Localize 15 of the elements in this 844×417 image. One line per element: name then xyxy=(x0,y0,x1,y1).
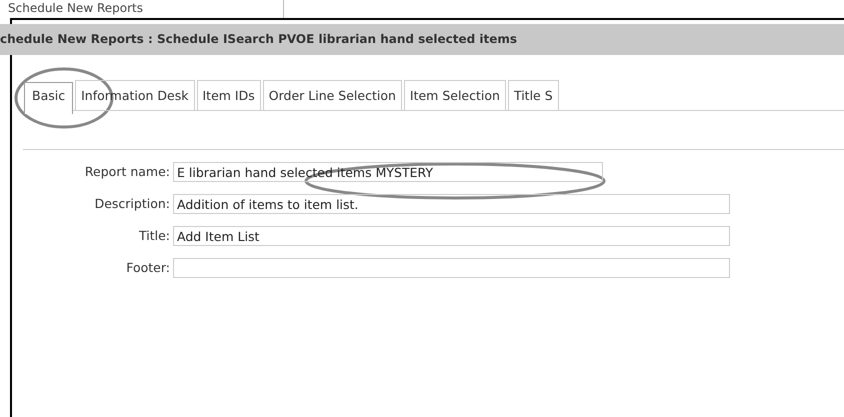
field-label: Footer: xyxy=(125,258,171,277)
field-label: Title: xyxy=(138,226,171,245)
tab[interactable]: Item Selection xyxy=(404,80,506,110)
input-field[interactable] xyxy=(173,258,730,278)
tab[interactable]: Title S xyxy=(508,80,559,110)
tab[interactable]: Basic xyxy=(24,82,74,114)
input-field[interactable]: Addition of items to item list. xyxy=(173,194,730,214)
field-label: Description: xyxy=(94,194,171,213)
input-field[interactable]: E librarian hand selected items MYSTERY xyxy=(173,162,603,182)
page-heading: Schedule New Reports xyxy=(8,1,143,16)
input-field[interactable]: Add Item List xyxy=(173,226,730,246)
field-label: Report name: xyxy=(84,162,171,181)
tab[interactable]: Order Line Selection xyxy=(262,80,402,110)
title-bar: chedule New Reports : Schedule ISearch PVOE librarian hand selected items xyxy=(0,24,844,55)
tab[interactable]: Item IDs xyxy=(196,80,261,110)
